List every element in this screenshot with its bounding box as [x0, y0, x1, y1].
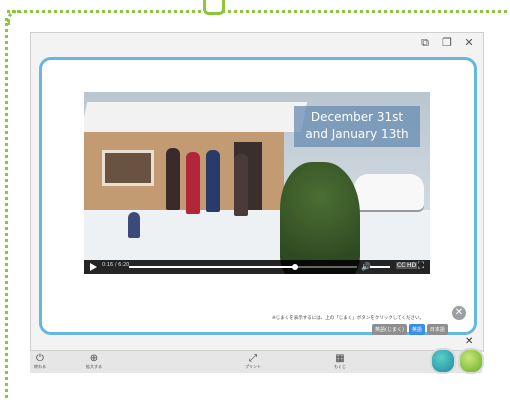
close-panel-button[interactable]: ✕	[452, 306, 466, 320]
subtitle-japanese-button[interactable]: 日本語	[426, 324, 448, 335]
seek-bar[interactable]	[129, 264, 357, 270]
caption-line: and January 13th	[305, 127, 409, 141]
dotted-frame-corner	[7, 10, 22, 25]
video-scene-person	[186, 152, 200, 214]
bottom-toolbar: ⏻ 終わる ⊕ 拡大する ⤢ プリント ▦ もくじ	[30, 350, 482, 373]
seek-handle[interactable]	[292, 264, 299, 270]
viewer-window: ⧉ ❐ ✕ December 31st and January 13th 0:1…	[30, 32, 484, 352]
power-button[interactable]: ⏻ 終わる	[34, 354, 46, 370]
captions-button[interactable]: CC	[396, 262, 407, 269]
dotted-frame-left	[5, 18, 12, 398]
video-scene-person	[128, 212, 140, 238]
video-panel: December 31st and January 13th 0:16 / 6:…	[39, 57, 477, 335]
zoom-in-icon: ⊕	[89, 353, 99, 364]
open-external-icon[interactable]: ⧉	[419, 37, 431, 49]
video-scene-person	[234, 154, 248, 216]
close-toolbar-icon[interactable]: ✕	[465, 336, 473, 347]
contents-button[interactable]: ▦ もくじ	[334, 354, 346, 370]
window-controls: ⧉ ❐ ✕	[419, 37, 475, 49]
video-scene-person	[206, 150, 220, 212]
video-caption: December 31st and January 13th	[294, 106, 420, 147]
video-scene-window	[102, 150, 154, 186]
close-icon[interactable]: ✕	[463, 37, 475, 49]
quality-button[interactable]: HD	[406, 262, 418, 269]
subtitle-english-button[interactable]: 英語	[408, 324, 425, 335]
print-button[interactable]: ⤢ プリント	[245, 354, 261, 370]
teal-cube-button[interactable]	[430, 348, 456, 374]
video-scene-costume	[280, 162, 360, 274]
power-label: 終わる	[34, 364, 46, 369]
volume-slider[interactable]	[370, 266, 390, 268]
power-icon: ⏻	[36, 353, 44, 364]
print-label: プリント	[245, 364, 261, 369]
grid-icon: ▦	[335, 353, 345, 364]
video-controls: 0:16 / 6:20 🔊 CC HD ⛶	[84, 260, 430, 274]
contents-label: もくじ	[334, 364, 346, 369]
zoom-label: 拡大する	[86, 364, 102, 369]
dotted-frame-top	[7, 10, 507, 17]
video-scene-roof	[84, 102, 308, 132]
video-scene-car	[354, 174, 424, 210]
play-icon[interactable]	[90, 263, 97, 271]
caption-line: December 31st	[310, 110, 404, 124]
green-tools-button[interactable]	[458, 348, 484, 374]
zoom-button[interactable]: ⊕ 拡大する	[86, 354, 102, 370]
subtitle-hint: ※じまくを表示するには、上の「じまく」ボタンをクリックしてください。	[272, 316, 424, 321]
time-readout: 0:16 / 6:20	[102, 262, 130, 268]
print-icon: ⤢	[249, 353, 257, 364]
fullscreen-icon[interactable]: ⛶	[418, 261, 424, 271]
subtitle-off-button[interactable]: 英語(じまく)	[372, 324, 407, 335]
seek-bar-fill	[129, 266, 296, 268]
restore-icon[interactable]: ❐	[441, 37, 453, 49]
frame-tab-notch	[203, 0, 225, 15]
subtitle-buttons: 英語(じまく) 英語 日本語	[372, 324, 448, 335]
video-player[interactable]: December 31st and January 13th 0:16 / 6:…	[84, 92, 430, 274]
video-scene-person	[166, 148, 180, 210]
